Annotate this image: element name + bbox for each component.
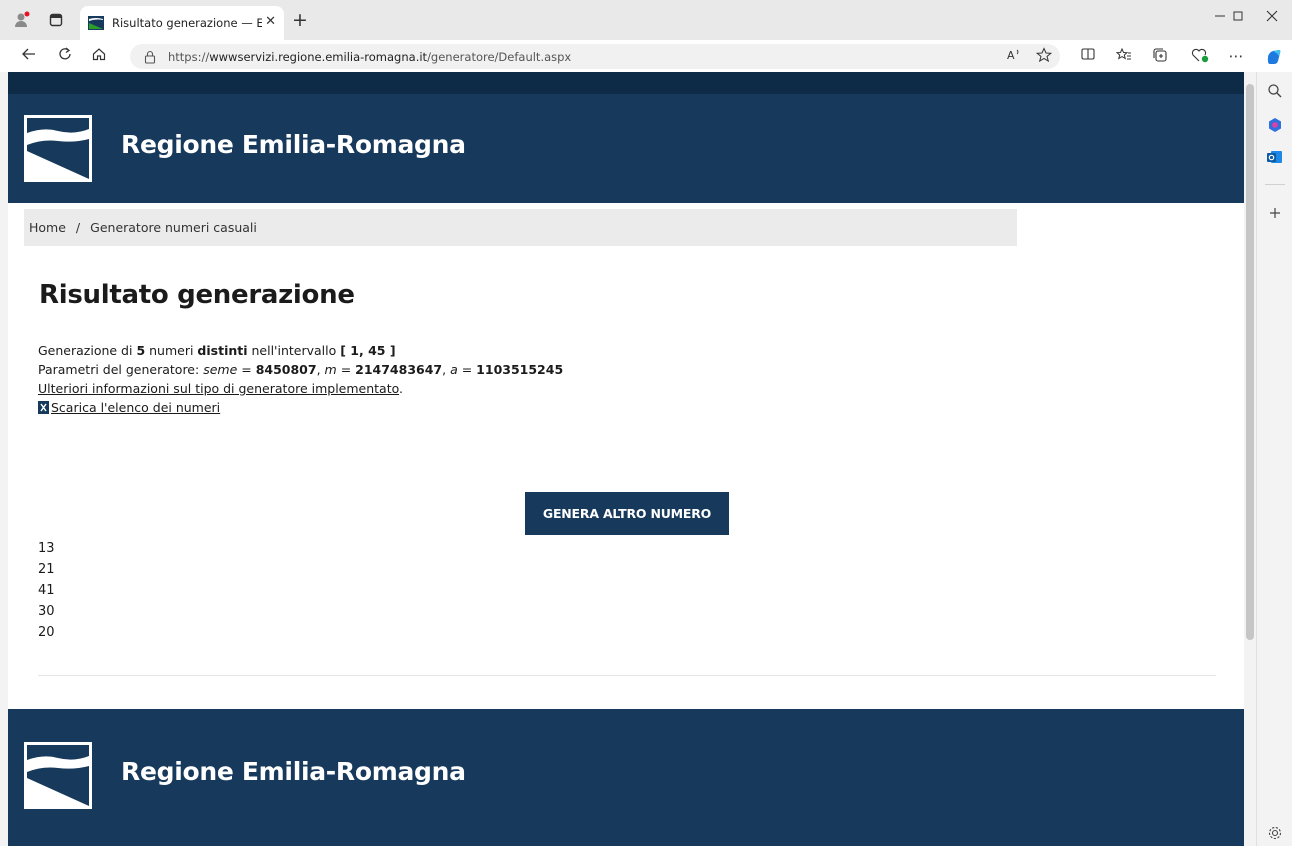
site-footer: Regione Emilia-Romagna <box>8 709 1244 846</box>
tab-close-icon[interactable]: ✕ <box>265 14 276 29</box>
excel-file-icon <box>38 401 49 414</box>
site-favicon-icon <box>88 16 104 30</box>
generator-info-link[interactable]: Ulteriori informazioni sul tipo di gener… <box>38 381 399 396</box>
browser-tab-bar: Risultato generazione — E-R Il p ✕ + <box>0 0 1292 40</box>
generated-numbers-list: 13 21 41 30 20 <box>38 538 55 643</box>
browser-sidebar <box>1256 72 1292 846</box>
m365-icon[interactable] <box>1266 116 1284 134</box>
header-top-strip <box>8 72 1244 94</box>
generation-info: Generazione di 5 numeri distinti nell'in… <box>38 343 564 415</box>
profile-icon[interactable] <box>12 10 32 30</box>
generated-number: 20 <box>38 625 55 640</box>
collections-icon[interactable] <box>1150 47 1170 65</box>
tab-title: Risultato generazione — E-R Il p <box>112 16 262 30</box>
outlook-icon[interactable] <box>1266 148 1284 166</box>
split-screen-icon[interactable] <box>1078 47 1098 65</box>
refresh-icon[interactable] <box>54 46 76 66</box>
content-divider <box>38 675 1216 676</box>
breadcrumb-home-link[interactable]: Home <box>29 220 66 235</box>
back-icon[interactable] <box>18 46 40 66</box>
address-bar[interactable]: https://wwwservizi.regione.emilia-romagn… <box>130 44 1060 69</box>
copilot-icon[interactable] <box>1264 47 1284 65</box>
breadcrumb-separator: / <box>75 220 81 235</box>
search-icon[interactable] <box>1266 82 1284 100</box>
region-logo-icon[interactable] <box>24 115 92 182</box>
generated-number: 41 <box>38 583 55 598</box>
favorites-icon[interactable] <box>1114 47 1134 65</box>
tab-active[interactable]: Risultato generazione — E-R Il p ✕ <box>80 6 284 40</box>
breadcrumb-current: Generatore numeri casuali <box>90 220 257 235</box>
generated-number: 13 <box>38 541 55 556</box>
more-menu-icon[interactable]: ⋯ <box>1226 47 1246 65</box>
svg-text:A: A <box>1007 49 1015 61</box>
browser-essentials-icon[interactable] <box>1190 47 1210 65</box>
lock-icon[interactable] <box>144 50 156 64</box>
footer-brand-title[interactable]: Regione Emilia-Romagna <box>121 757 466 786</box>
scrollbar-thumb[interactable] <box>1246 84 1254 640</box>
page-title: Risultato generazione <box>39 280 355 310</box>
minimize-icon[interactable] <box>1210 10 1230 26</box>
generator-parameters: Parametri del generatore: seme = 8450807… <box>38 362 564 377</box>
maximize-icon[interactable] <box>1228 10 1248 26</box>
close-window-icon[interactable] <box>1262 10 1282 26</box>
download-numbers-link[interactable]: Scarica l'elenco dei numeri <box>51 400 220 415</box>
generated-number: 21 <box>38 562 55 577</box>
sidebar-settings-gear-icon[interactable] <box>1266 824 1284 842</box>
favorite-star-icon[interactable] <box>1034 47 1054 65</box>
footer-region-logo-icon[interactable] <box>24 742 92 809</box>
new-tab-button[interactable]: + <box>292 9 308 31</box>
generate-another-button[interactable]: GENERA ALTRO NUMERO <box>525 492 729 535</box>
generated-number: 30 <box>38 604 55 619</box>
generation-summary: Generazione di 5 numeri distinti nell'in… <box>38 343 396 358</box>
site-header: Regione Emilia-Romagna <box>8 94 1244 203</box>
sidebar-divider <box>1265 184 1285 185</box>
web-page: Regione Emilia-Romagna Home / Generatore… <box>8 72 1244 846</box>
breadcrumb: Home / Generatore numeri casuali <box>24 209 1017 246</box>
site-brand-title[interactable]: Regione Emilia-Romagna <box>121 130 466 159</box>
url-text: https://wwwservizi.regione.emilia-romagn… <box>168 49 572 64</box>
read-aloud-icon[interactable]: A <box>1004 47 1024 65</box>
page-scrollbar[interactable] <box>1244 72 1256 846</box>
browser-toolbar: https://wwwservizi.regione.emilia-romagn… <box>0 40 1292 72</box>
home-icon[interactable] <box>88 46 110 66</box>
tab-actions-icon[interactable] <box>46 10 66 30</box>
add-sidebar-app-icon[interactable] <box>1266 204 1284 222</box>
